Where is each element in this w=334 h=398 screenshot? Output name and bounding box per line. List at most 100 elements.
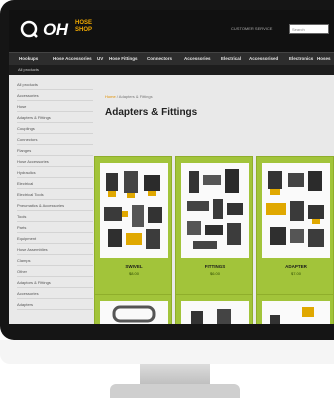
sidebar-item-label: Adaptors & Fittings xyxy=(17,280,51,285)
product-price: $6.00 xyxy=(209,271,220,276)
product-name[interactable]: FITTINGS xyxy=(180,264,250,269)
product-card[interactable] xyxy=(175,294,253,324)
breadcrumb: Home / Adapters & Fittings xyxy=(105,94,153,99)
sidebar-item[interactable]: Hose Accessories xyxy=(17,159,93,167)
nav-item[interactable]: Accessorised xyxy=(249,56,278,61)
nav-item[interactable]: Electronics xyxy=(289,56,313,61)
sidebar-item[interactable]: Electrical Tools xyxy=(17,192,93,200)
sidebar-item-label: Flanges xyxy=(17,148,32,153)
nav-item[interactable]: Electrical xyxy=(221,56,241,61)
logo-sub-line-2: SHOP xyxy=(75,27,93,33)
product-image[interactable] xyxy=(181,301,249,324)
header-links[interactable]: CUSTOMER SERVICE xyxy=(231,26,272,31)
breadcrumb-current: Adapters & Fittings xyxy=(118,94,153,99)
logo-sub-line-1: HOSE xyxy=(75,20,93,26)
monitor-frame: OH HOSE SHOP CUSTOMER SERVICE Search Hoo… xyxy=(0,0,334,340)
sidebar-item[interactable]: Hose Assemblies xyxy=(17,247,93,255)
sidebar-item-label: Hose xyxy=(17,104,27,109)
product-image[interactable] xyxy=(181,163,249,258)
sidebar-item[interactable]: Parts xyxy=(17,225,93,233)
product-price: $8.00 xyxy=(128,271,139,276)
nav-item[interactable]: Hookups xyxy=(19,56,38,61)
sidebar-item[interactable]: Connectors xyxy=(17,137,93,145)
nav-item[interactable]: Accessories xyxy=(184,56,211,61)
product-card[interactable]: SWIVEL $8.00 xyxy=(94,156,172,296)
subnav-item[interactable]: All products xyxy=(18,67,39,72)
sidebar-item-label: Hose Accessories xyxy=(17,159,49,164)
sidebar-item[interactable]: Accessories xyxy=(17,93,93,101)
nav-item[interactable]: UV xyxy=(97,56,103,61)
product-price: $7.00 xyxy=(290,271,301,276)
nav-item[interactable]: Hose Accessories xyxy=(53,56,92,61)
divider xyxy=(17,188,93,189)
product-name[interactable]: SWIVEL xyxy=(99,264,169,269)
sidebar-item[interactable]: Clamps xyxy=(17,258,93,266)
nav-item[interactable]: Hose Fittings xyxy=(109,56,138,61)
divider xyxy=(17,199,93,200)
divider xyxy=(17,287,93,288)
sidebar-item[interactable]: Couplings xyxy=(17,126,93,134)
search-input[interactable]: Search xyxy=(289,24,329,34)
screen: OH HOSE SHOP CUSTOMER SERVICE Search Hoo… xyxy=(9,10,334,324)
sidebar-item-label: Electrical Tools xyxy=(17,192,44,197)
sidebar-item-label: Equipment xyxy=(17,236,37,241)
divider xyxy=(17,155,93,156)
product-image[interactable] xyxy=(100,163,168,258)
nav-item[interactable]: Hoses xyxy=(317,56,331,61)
nav-item[interactable]: Connectors xyxy=(147,56,172,61)
divider xyxy=(17,265,93,266)
product-image[interactable] xyxy=(100,301,168,324)
sidebar-item[interactable]: Hydraulics xyxy=(17,170,93,178)
monitor-stand-neck xyxy=(140,364,210,386)
logo-icon[interactable] xyxy=(19,19,39,39)
sidebar-item[interactable]: Hose xyxy=(17,104,93,112)
divider xyxy=(17,177,93,178)
sidebar-item[interactable]: Other xyxy=(17,269,93,277)
sidebar-item[interactable]: All products xyxy=(17,82,93,90)
main-nav: Hookups Hose Accessories UV Hose Fitting… xyxy=(9,52,334,66)
sidebar-item[interactable]: Electrical xyxy=(17,181,93,189)
sidebar-item[interactable]: Tools xyxy=(17,214,93,222)
sidebar-item-label: Electrical xyxy=(17,181,34,186)
divider xyxy=(17,254,93,255)
breadcrumb-home[interactable]: Home xyxy=(105,94,116,99)
monitor-stand-base xyxy=(110,384,240,398)
sidebar-item-label: Accessories xyxy=(17,93,39,98)
divider xyxy=(17,144,93,145)
category-sidebar: All products Accessories Hose Adapters &… xyxy=(17,82,93,324)
logo-text[interactable]: OH xyxy=(43,20,68,40)
sidebar-item-label: Connectors xyxy=(17,137,38,142)
divider xyxy=(17,221,93,222)
sidebar-item-label: All products xyxy=(17,82,38,87)
site-header: OH HOSE SHOP CUSTOMER SERVICE Search xyxy=(9,10,334,52)
sidebar-item[interactable]: Adapters & Fittings xyxy=(17,115,93,123)
product-name[interactable]: ADAPTER xyxy=(261,264,331,269)
divider xyxy=(17,122,93,123)
sidebar-item[interactable]: Pneumatics & Accessories xyxy=(17,203,93,211)
logo-subtext: HOSE SHOP xyxy=(75,20,92,34)
monitor-chin xyxy=(0,340,334,364)
product-card[interactable] xyxy=(94,294,172,324)
product-card[interactable] xyxy=(256,294,334,324)
divider xyxy=(17,100,93,101)
sidebar-item[interactable]: Flanges xyxy=(17,148,93,156)
divider xyxy=(17,133,93,134)
sidebar-item-label: Couplings xyxy=(17,126,35,131)
sidebar-item-label: Tools xyxy=(17,214,27,219)
divider xyxy=(17,111,93,112)
product-card[interactable]: ADAPTER $7.00 xyxy=(256,156,334,296)
sidebar-item[interactable]: Adaptors & Fittings xyxy=(17,280,93,288)
divider xyxy=(17,309,93,310)
sidebar-item[interactable]: Adapters xyxy=(17,302,93,310)
product-image[interactable] xyxy=(262,301,330,324)
product-image[interactable] xyxy=(262,163,330,258)
sidebar-item[interactable]: Equipment xyxy=(17,236,93,244)
product-card[interactable]: FITTINGS $6.00 xyxy=(175,156,253,296)
divider xyxy=(17,166,93,167)
sidebar-item-label: Other xyxy=(17,269,28,274)
divider xyxy=(17,210,93,211)
sidebar-item[interactable]: Accessories xyxy=(17,291,93,299)
sidebar-item-label: Adapters & Fittings xyxy=(17,115,51,120)
sidebar-item-label: Parts xyxy=(17,225,27,230)
sidebar-item-label: Clamps xyxy=(17,258,31,263)
